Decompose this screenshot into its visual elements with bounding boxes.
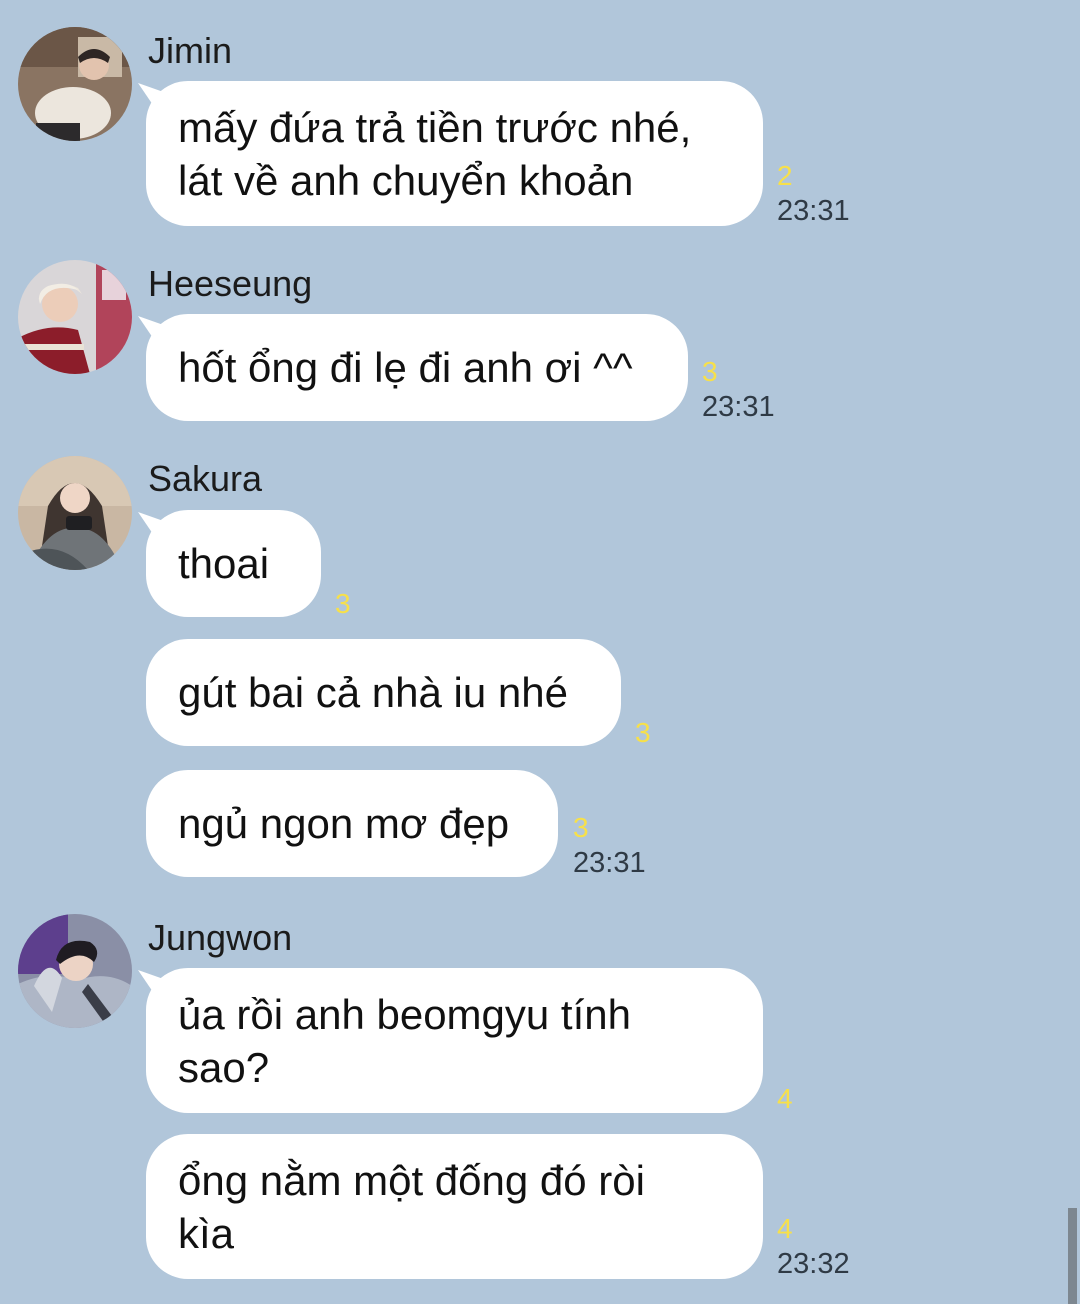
message-time: 23:31 (702, 391, 775, 423)
unread-count: 3 (335, 588, 351, 619)
message-text: kìa (178, 1209, 235, 1257)
unread-count: 4 (777, 1083, 793, 1114)
unread-count: 3 (702, 356, 718, 387)
message-time: 23:32 (777, 1248, 850, 1280)
jungwon-avatar[interactable] (18, 914, 132, 1028)
message-bubble[interactable]: gút bai cả nhà iu nhé (146, 639, 621, 746)
profile-photo-icon (18, 27, 132, 141)
message-text: mấy đứa trả tiền trước nhé, (178, 103, 692, 151)
profile-photo-icon (18, 456, 132, 570)
message-text: lát về anh chuyển khoản (178, 156, 634, 204)
unread-count: 2 (777, 160, 793, 191)
sakura-avatar[interactable] (18, 456, 132, 570)
message-time: 23:31 (573, 847, 646, 879)
unread-count: 4 (777, 1213, 793, 1244)
message-text: ổng nằm một đống đó ròi (178, 1156, 645, 1204)
message-text: hốt ổng đi lẹ đi anh ơi ^^ (178, 344, 633, 391)
profile-photo-icon (18, 914, 132, 1028)
message-text: ủa rồi anh beomgyu tính (178, 990, 631, 1038)
profile-photo-icon (18, 260, 132, 374)
scrollbar[interactable] (1068, 1208, 1077, 1304)
sender-name: Jungwon (148, 917, 293, 958)
sender-name: Heeseung (148, 263, 313, 304)
unread-count: 3 (573, 812, 589, 843)
sender-name: Jimin (148, 30, 233, 71)
message-bubble[interactable]: ngủ ngon mơ đẹp (146, 770, 558, 877)
message-bubble[interactable]: ổng nằm một đống đó ròi kìa (146, 1134, 763, 1279)
message-bubble[interactable]: thoai (146, 510, 321, 617)
message-bubble[interactable]: hốt ổng đi lẹ đi anh ơi ^^ (146, 314, 688, 421)
message-bubble[interactable]: mấy đứa trả tiền trước nhé, lát về anh c… (146, 81, 763, 226)
unread-count: 3 (635, 717, 651, 748)
message-text: sao? (178, 1043, 270, 1091)
sender-name: Sakura (148, 458, 263, 499)
message-bubble[interactable]: ủa rồi anh beomgyu tính sao? (146, 968, 763, 1113)
jimin-avatar[interactable] (18, 27, 132, 141)
message-text: thoai (178, 540, 270, 587)
message-text: ngủ ngon mơ đẹp (178, 800, 510, 847)
message-text: gút bai cả nhà iu nhé (178, 669, 568, 716)
heeseung-avatar[interactable] (18, 260, 132, 374)
message-time: 23:31 (777, 195, 850, 227)
